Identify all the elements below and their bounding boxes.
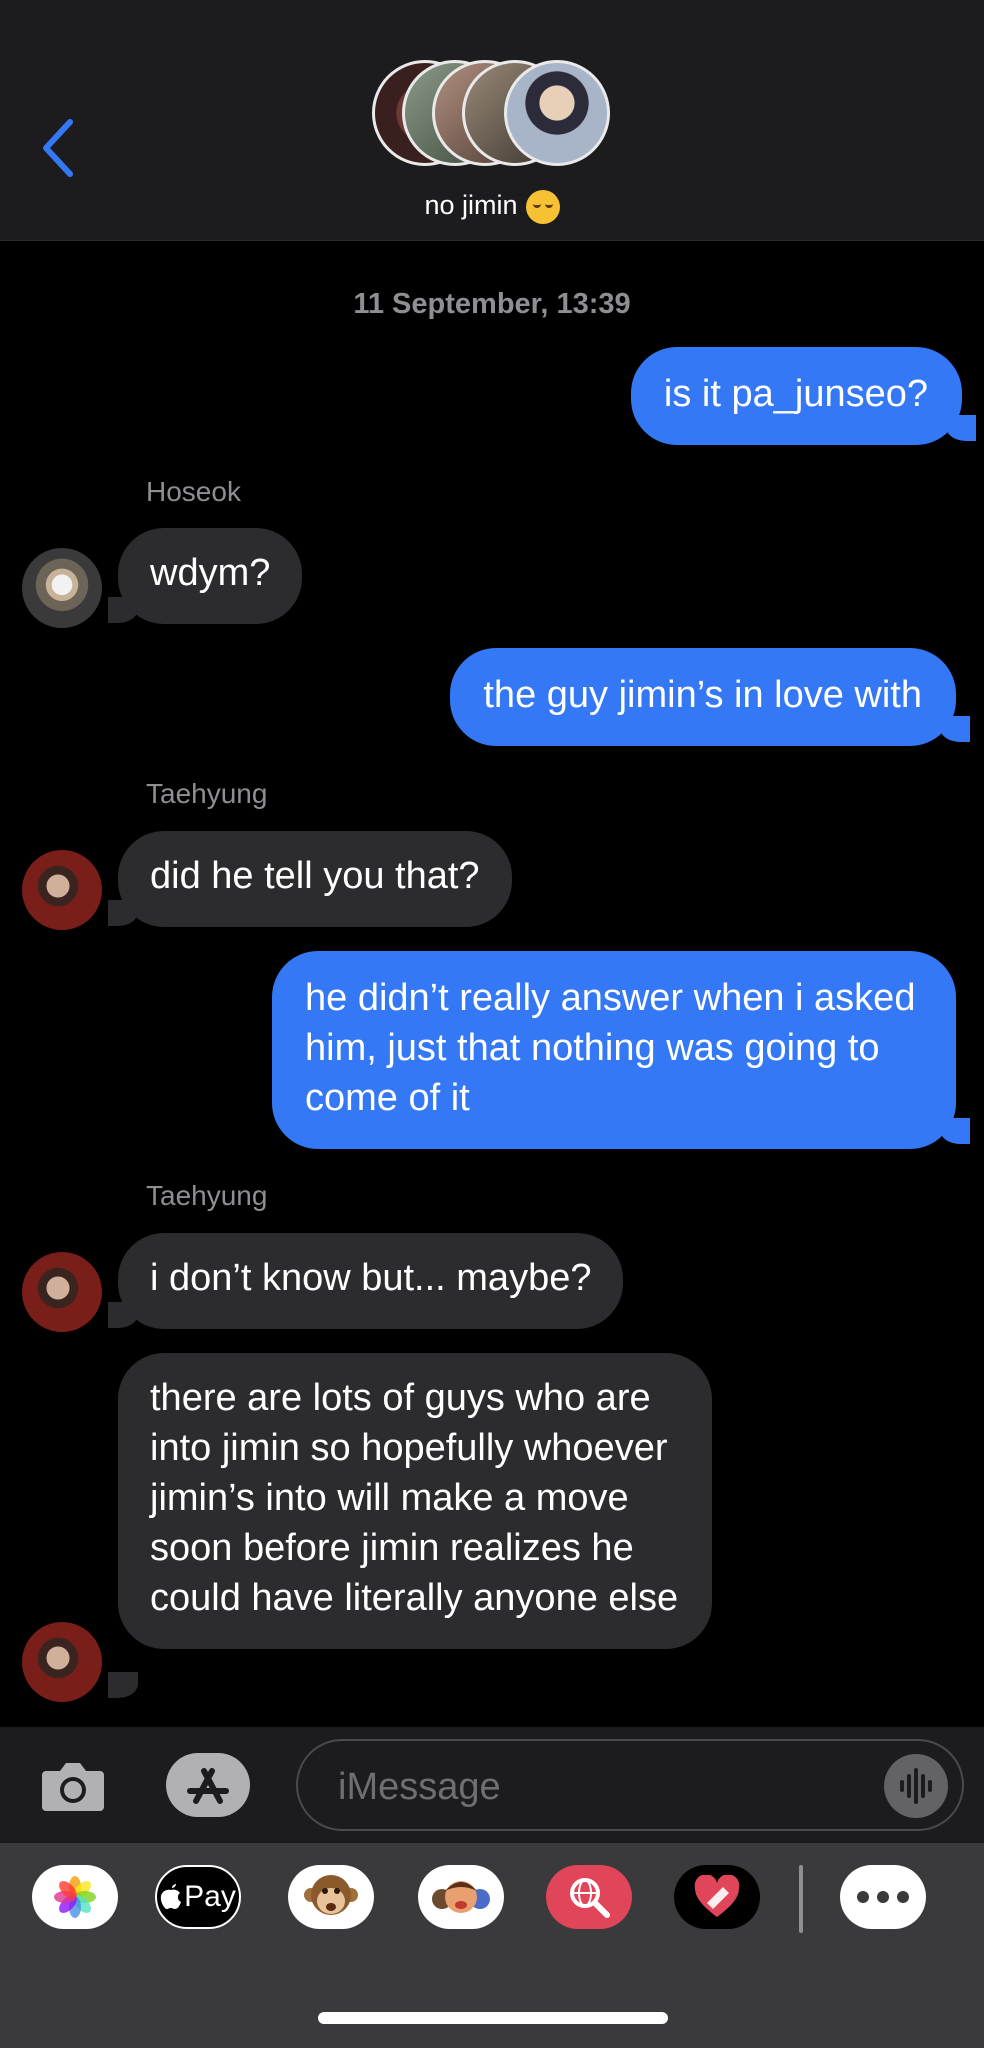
avatar[interactable]	[22, 1622, 102, 1702]
voice-message-button[interactable]	[884, 1754, 948, 1818]
incoming-message[interactable]: i don’t know but... maybe?	[118, 1233, 624, 1329]
digital-touch-button[interactable]	[674, 1865, 760, 1929]
outgoing-message[interactable]: the guy jimin’s in love with	[450, 648, 956, 746]
home-indicator[interactable]	[318, 2012, 668, 2024]
message-input[interactable]	[336, 1759, 860, 1815]
group-name-label: no jimin	[424, 190, 518, 221]
outgoing-message[interactable]: is it pa_junseo?	[630, 347, 962, 445]
message-timestamp: 11 September, 13:39	[353, 288, 631, 320]
camera-icon	[42, 1763, 104, 1811]
avatar[interactable]	[22, 548, 102, 628]
more-icon	[857, 1891, 909, 1903]
images-search-button[interactable]	[546, 1865, 632, 1929]
memoji-button[interactable]	[418, 1865, 504, 1929]
bubble-tail	[946, 415, 976, 441]
incoming-message[interactable]: did he tell you that?	[118, 831, 512, 927]
bubble-tail	[940, 1118, 970, 1144]
camera-button[interactable]	[40, 1757, 106, 1815]
group-name[interactable]: no jimin	[0, 190, 984, 224]
bubble-tail	[108, 1672, 138, 1698]
app-store-icon	[187, 1768, 229, 1804]
outgoing-message[interactable]: he didn’t really answer when i asked him…	[272, 951, 956, 1149]
sender-name: Taehyung	[146, 1180, 268, 1211]
photos-app-button[interactable]	[32, 1865, 118, 1929]
monkey-icon	[304, 1875, 358, 1915]
back-button[interactable]	[40, 118, 80, 178]
bubble-tail	[940, 716, 970, 742]
sender-name: Taehyung	[146, 778, 268, 809]
message-input-field[interactable]	[296, 1739, 964, 1831]
animoji-button[interactable]	[288, 1865, 374, 1929]
group-member-avatar	[504, 60, 610, 166]
memoji-icon	[432, 1881, 490, 1913]
more-apps-button[interactable]	[840, 1865, 926, 1929]
bubble-tail	[108, 597, 138, 623]
app-store-button[interactable]	[166, 1753, 250, 1817]
apple-pay-button[interactable]: Pay	[155, 1865, 241, 1929]
bubble-tail	[108, 1302, 138, 1328]
group-avatar-stack[interactable]	[372, 60, 614, 172]
photos-icon	[54, 1876, 96, 1918]
apple-pay-label: Pay	[184, 1880, 236, 1913]
compose-bar	[0, 1727, 984, 1843]
drawer-divider	[799, 1865, 803, 1933]
chevron-left-icon	[43, 119, 73, 177]
avatar[interactable]	[22, 850, 102, 930]
avatar[interactable]	[22, 1252, 102, 1332]
waveform-icon	[900, 1768, 932, 1804]
loudly-crying-face-icon	[525, 190, 560, 224]
heart-icon	[694, 1875, 740, 1917]
incoming-message[interactable]: there are lots of guys who are into jimi…	[118, 1353, 712, 1649]
sender-name: Hoseok	[146, 476, 241, 507]
apple-icon	[160, 1884, 182, 1909]
conversation-header: no jimin	[0, 0, 984, 241]
bubble-tail	[108, 900, 138, 926]
incoming-message[interactable]: wdym?	[118, 528, 303, 624]
globe-search-icon	[570, 1878, 610, 1918]
